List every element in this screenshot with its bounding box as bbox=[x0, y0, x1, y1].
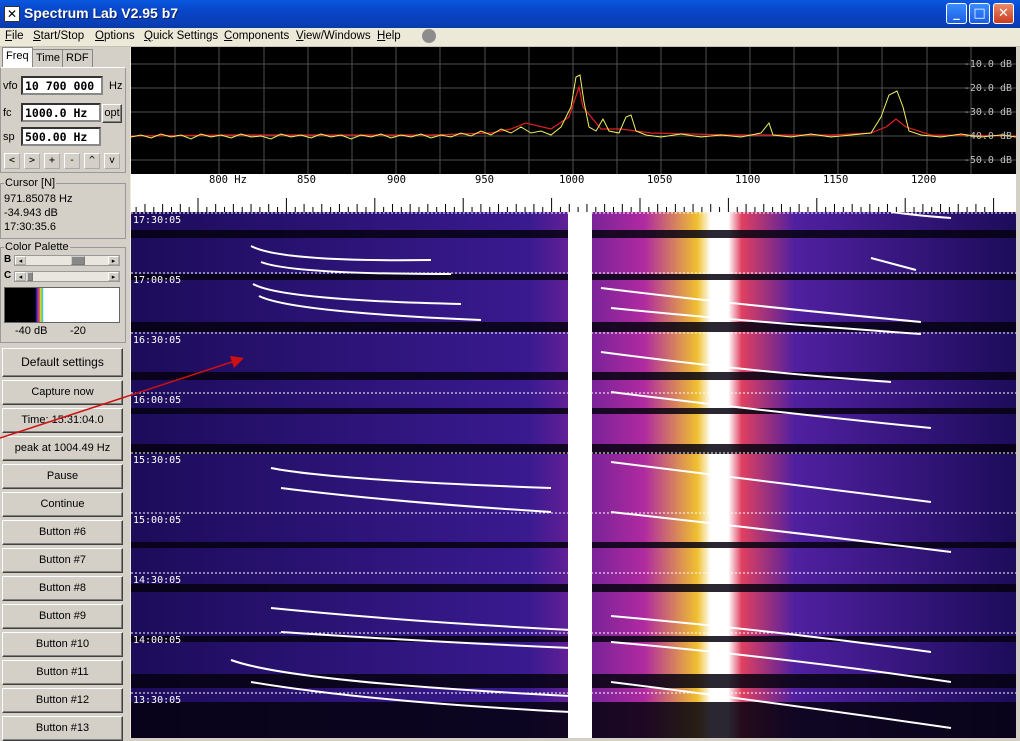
zoom-out-button[interactable]: - bbox=[64, 153, 80, 169]
db-label-50: -50.0 dB bbox=[963, 155, 1012, 166]
button-11[interactable]: Button #11 bbox=[2, 660, 123, 685]
sp-input[interactable]: 500.00 Hz bbox=[21, 127, 101, 146]
cursor-title: Cursor [N] bbox=[4, 177, 57, 189]
tab-freq[interactable]: Freq bbox=[2, 47, 33, 68]
vfo-input[interactable]: 10 700 000 bbox=[21, 76, 103, 95]
sp-label: sp bbox=[3, 131, 15, 143]
palette-min-label: -40 dB bbox=[15, 325, 48, 337]
pause-button[interactable]: Pause bbox=[2, 464, 123, 489]
app-icon[interactable]: ✕ bbox=[4, 6, 20, 22]
button-9[interactable]: Button #9 bbox=[2, 604, 123, 629]
menu-components[interactable]: Components bbox=[224, 30, 289, 42]
time-label-1400: 14:00:05 bbox=[133, 635, 182, 646]
nav-left-button[interactable]: < bbox=[4, 153, 20, 169]
zoom-in-button[interactable]: + bbox=[44, 153, 60, 169]
color-palette-title: Color Palette bbox=[4, 241, 70, 253]
slider-left-icon[interactable]: ◂ bbox=[15, 272, 26, 281]
brightness-label: B bbox=[4, 254, 12, 265]
waterfall-display[interactable]: 17:30:05 17:00:05 16:30:05 16:00:05 15:3… bbox=[131, 212, 1016, 738]
time-label-1630: 16:30:05 bbox=[133, 335, 182, 346]
fc-input[interactable]: 1000.0 Hz bbox=[21, 103, 101, 122]
tab-rdf[interactable]: RDF bbox=[62, 49, 93, 67]
menu-options[interactable]: Options bbox=[95, 30, 135, 42]
db-label-40: -40.0 dB bbox=[963, 131, 1012, 142]
palette-max-label: -20 bbox=[70, 325, 86, 337]
button-12[interactable]: Button #12 bbox=[2, 688, 123, 713]
frequency-axis[interactable]: 800 Hz 850 900 950 1000 1050 1100 1150 1… bbox=[131, 174, 1016, 212]
maximize-button[interactable]: □ bbox=[969, 3, 990, 24]
axis-ticks bbox=[135, 198, 995, 212]
contrast-label: C bbox=[4, 270, 12, 281]
contrast-slider[interactable]: ◂ ▸ bbox=[14, 271, 120, 282]
menu-help[interactable]: Help bbox=[377, 30, 401, 42]
menu-bar: File Start/Stop Options Quick Settings C… bbox=[0, 28, 1020, 47]
cursor-level: -34.943 dB bbox=[4, 207, 58, 219]
fc-label: fc bbox=[3, 107, 12, 119]
spectrum-lab-window: ✕ Spectrum Lab V2.95 b7 _ □ ✕ File Start… bbox=[0, 0, 1020, 741]
opt-button[interactable]: opt bbox=[102, 104, 122, 123]
slider-left-icon[interactable]: ◂ bbox=[15, 256, 26, 265]
status-indicator-icon bbox=[422, 29, 436, 43]
minimize-button[interactable]: _ bbox=[946, 3, 967, 24]
window-right-border bbox=[1016, 47, 1020, 738]
button-7[interactable]: Button #7 bbox=[2, 548, 123, 573]
window-title: Spectrum Lab V2.95 b7 bbox=[24, 5, 179, 21]
menu-view-windows[interactable]: View/Windows bbox=[296, 30, 371, 42]
menu-file[interactable]: File bbox=[5, 30, 24, 42]
nav-up-button[interactable]: ^ bbox=[84, 153, 100, 169]
contrast-thumb[interactable] bbox=[27, 272, 33, 281]
spectrum-display[interactable]: -10.0 dB -20.0 dB -30.0 dB -40.0 dB -50.… bbox=[131, 47, 1016, 174]
waterfall-image bbox=[131, 212, 1016, 738]
cursor-time: 17:30:35.6 bbox=[4, 221, 56, 233]
tab-time[interactable]: Time bbox=[32, 49, 65, 67]
time-label-1430: 14:30:05 bbox=[133, 575, 182, 586]
time-label-1330: 13:30:05 bbox=[133, 695, 182, 706]
time-label-1500: 15:00:05 bbox=[133, 515, 182, 526]
brightness-thumb[interactable] bbox=[71, 256, 85, 265]
time-label-1700: 17:00:05 bbox=[133, 275, 182, 286]
db-label-20: -20.0 dB bbox=[963, 83, 1012, 94]
carrier-line bbox=[568, 212, 592, 738]
brightness-slider[interactable]: ◂ ▸ bbox=[14, 255, 120, 266]
vfo-unit: Hz bbox=[109, 80, 123, 92]
cursor-frequency: 971.85078 Hz bbox=[4, 193, 73, 205]
button-8[interactable]: Button #8 bbox=[2, 576, 123, 601]
button-10[interactable]: Button #10 bbox=[2, 632, 123, 657]
nav-right-button[interactable]: > bbox=[24, 153, 40, 169]
slider-right-icon[interactable]: ▸ bbox=[108, 256, 119, 265]
time-label-1730: 17:30:05 bbox=[133, 215, 182, 226]
title-bar[interactable]: ✕ Spectrum Lab V2.95 b7 _ □ ✕ bbox=[0, 0, 1020, 28]
nav-down-button[interactable]: v bbox=[104, 153, 120, 169]
time-label-1530: 15:30:05 bbox=[133, 455, 182, 466]
spectrum-graph bbox=[131, 47, 1016, 174]
vfo-label: vfo bbox=[3, 80, 18, 92]
menu-quick-settings[interactable]: Quick Settings bbox=[144, 30, 218, 42]
slider-right-icon[interactable]: ▸ bbox=[108, 272, 119, 281]
db-label-10: -10.0 dB bbox=[963, 59, 1012, 70]
annotation-arrow-icon bbox=[0, 356, 244, 439]
button-13[interactable]: Button #13 bbox=[2, 716, 123, 741]
button-6[interactable]: Button #6 bbox=[2, 520, 123, 545]
color-palette-bar[interactable] bbox=[4, 287, 120, 323]
continue-button[interactable]: Continue bbox=[2, 492, 123, 517]
db-label-30: -30.0 dB bbox=[963, 107, 1012, 118]
menu-start-stop[interactable]: Start/Stop bbox=[33, 30, 84, 42]
close-button[interactable]: ✕ bbox=[993, 3, 1014, 24]
